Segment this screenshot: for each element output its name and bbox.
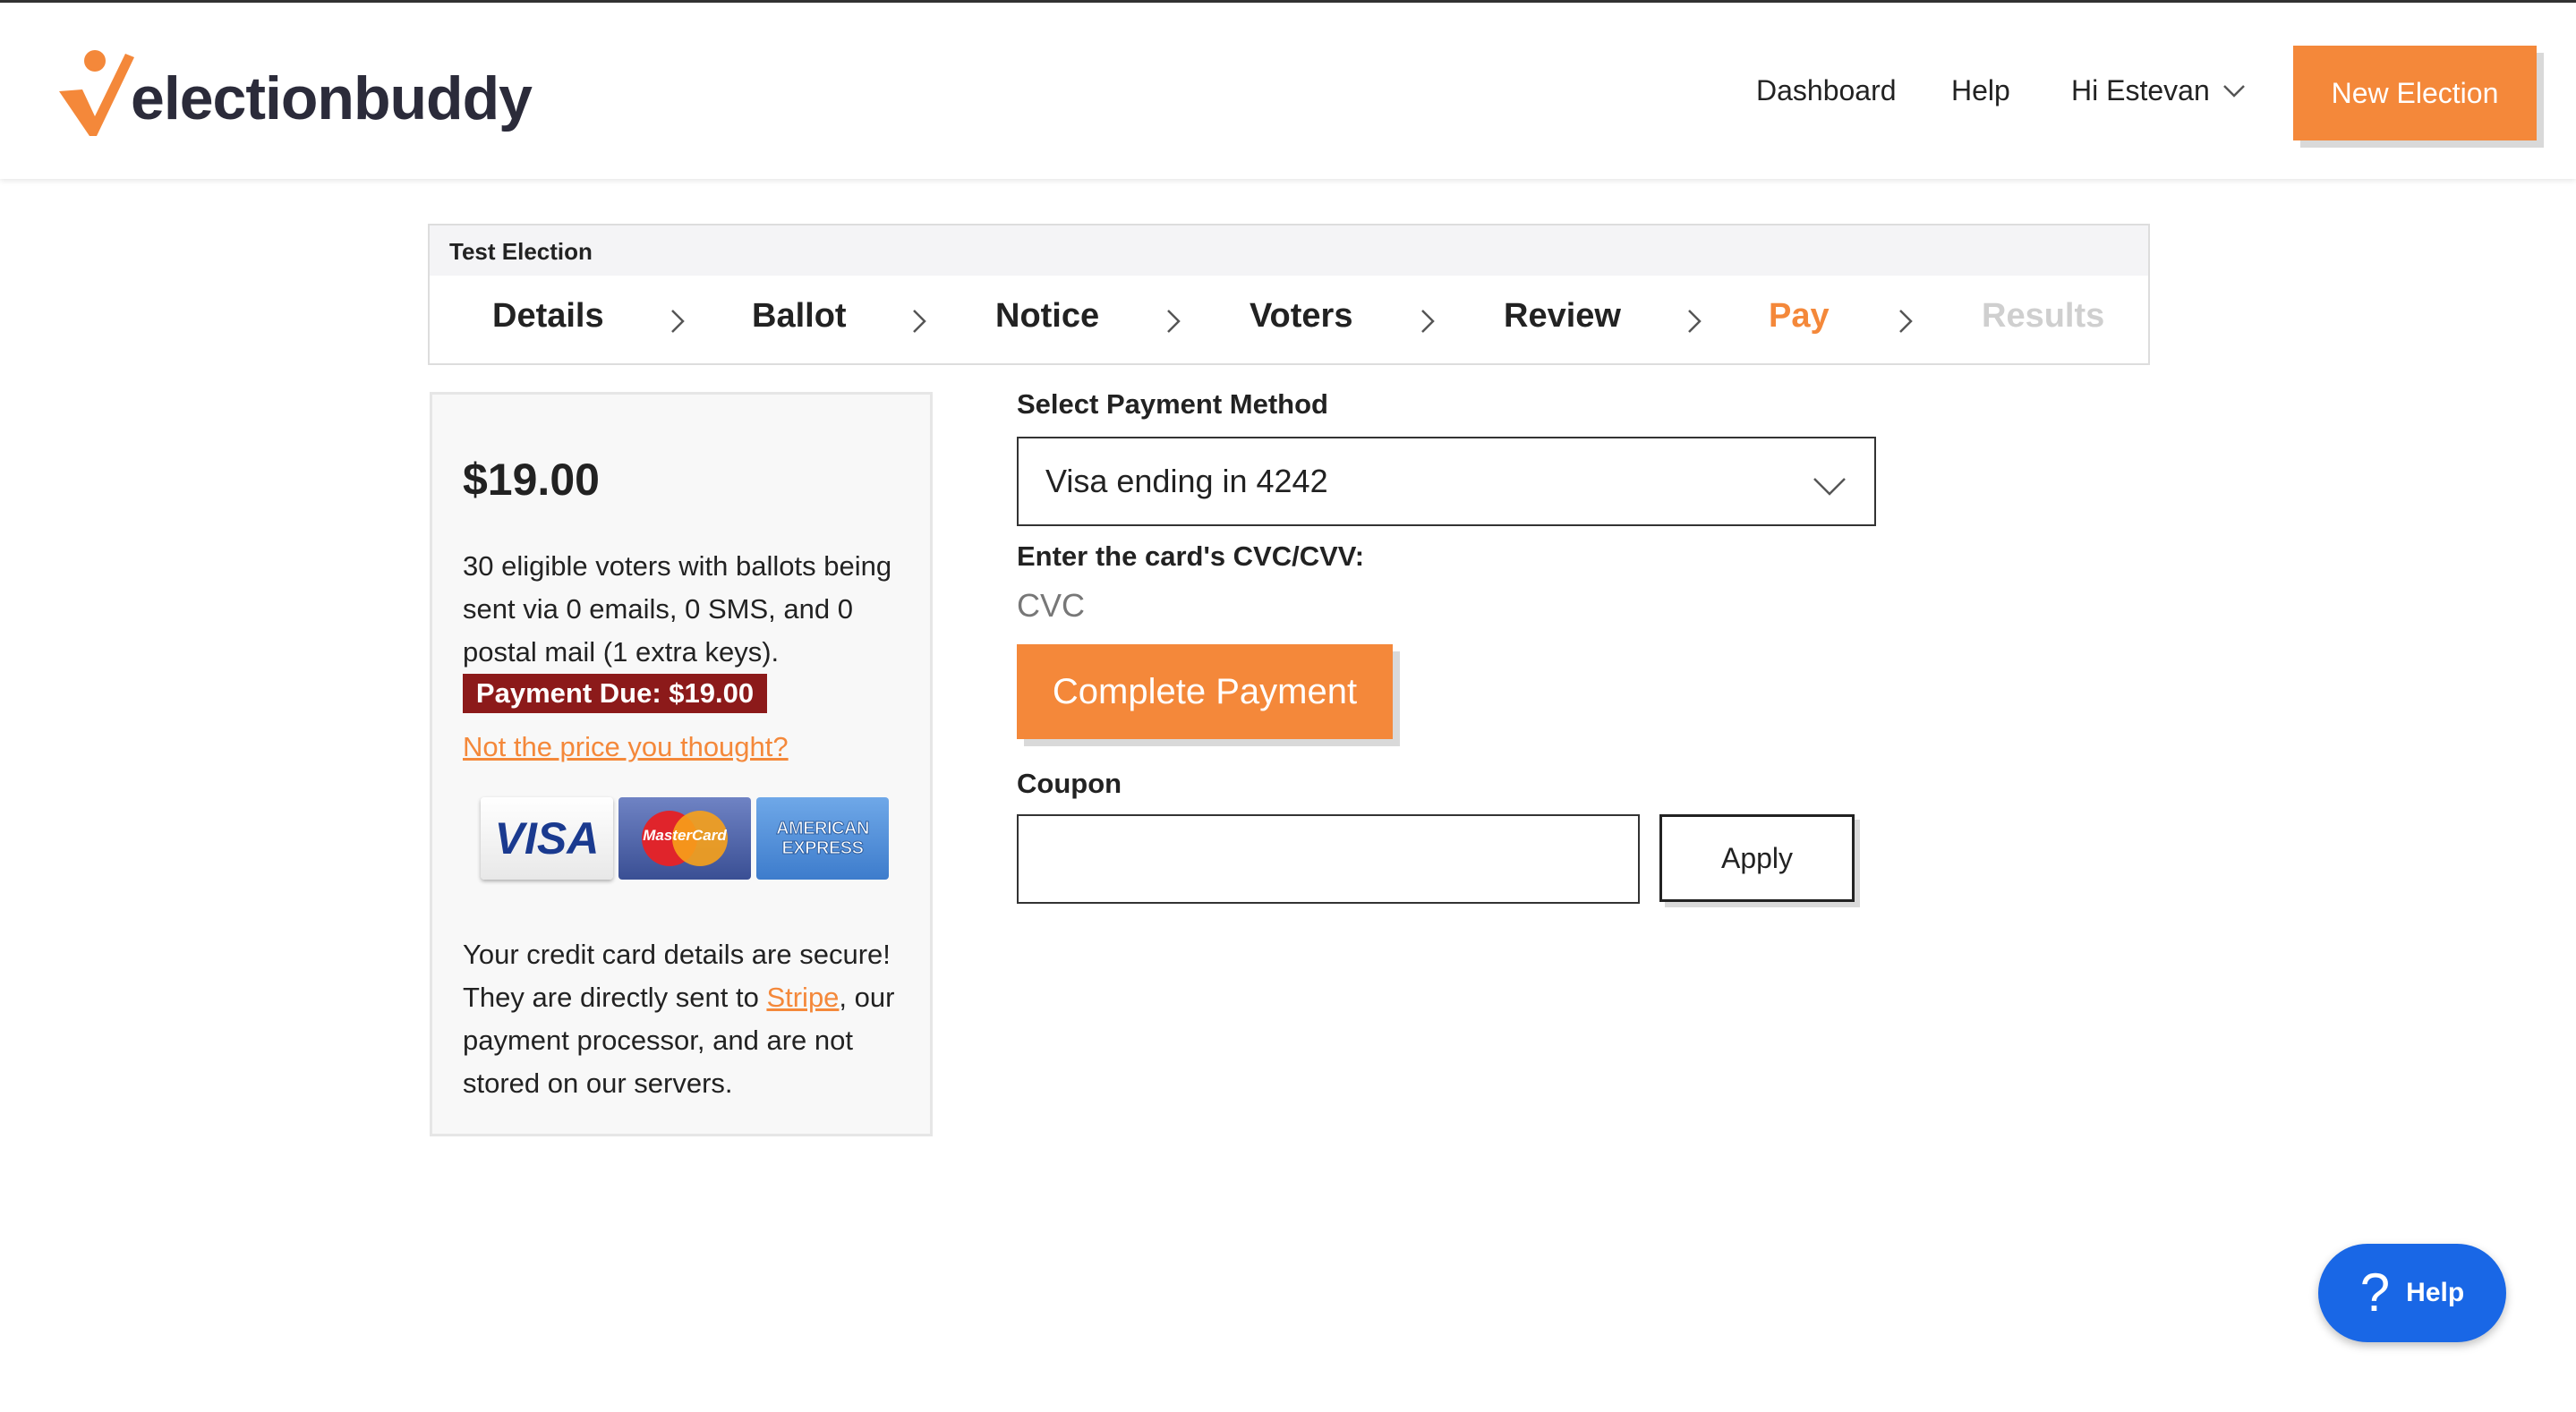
step-voters[interactable]: Voters — [1250, 297, 1352, 336]
mastercard-logo-text: MasterCard — [643, 827, 727, 844]
payment-method-value: Visa ending in 4242 — [1045, 463, 1328, 499]
help-widget-label: Help — [2406, 1278, 2465, 1307]
user-menu-label: Hi Estevan — [2071, 74, 2210, 106]
checkmark-person-icon — [59, 50, 134, 136]
step-ballot[interactable]: Ballot — [752, 297, 847, 336]
security-note: Your credit card details are secure! The… — [463, 933, 928, 1105]
price-help-link[interactable]: Not the price you thought? — [463, 731, 789, 763]
payment-method-label: Select Payment Method — [1017, 388, 1328, 420]
amex-logo-text-2: EXPRESS — [781, 838, 864, 859]
logo-text: electionbuddy — [131, 64, 533, 132]
complete-payment-button[interactable]: Complete Payment — [1017, 644, 1393, 739]
step-notice[interactable]: Notice — [995, 297, 1099, 336]
chevron-right-icon — [1688, 310, 1702, 333]
chevron-down-icon — [2222, 84, 2245, 98]
visa-logo-text: VISA — [494, 813, 600, 863]
step-pay[interactable]: Pay — [1769, 297, 1830, 336]
logo[interactable]: electionbuddy — [55, 44, 533, 142]
payment-due-badge: Payment Due: $19.00 — [463, 674, 767, 713]
nav-help-link[interactable]: Help — [1951, 74, 2010, 107]
site-header: electionbuddy Dashboard Help Hi Estevan … — [0, 3, 2576, 179]
chevron-right-icon — [1421, 310, 1435, 333]
payment-method-select[interactable]: Visa ending in 4242 — [1017, 437, 1876, 526]
user-menu[interactable]: Hi Estevan — [2071, 74, 2246, 107]
election-steps: Test Election Details Ballot Notice Vote… — [428, 224, 2150, 365]
amex-logo: AMERICAN EXPRESS — [756, 797, 889, 880]
step-details[interactable]: Details — [492, 297, 604, 336]
coupon-label: Coupon — [1017, 768, 1122, 799]
step-review[interactable]: Review — [1504, 297, 1621, 336]
apply-coupon-button[interactable]: Apply — [1659, 814, 1855, 902]
question-mark-icon: ? — [2359, 1263, 2391, 1323]
help-widget-button[interactable]: ? Help — [2318, 1244, 2506, 1342]
cvc-input[interactable]: CVC — [1017, 587, 1085, 625]
step-results: Results — [1982, 297, 2105, 335]
chevron-right-icon — [1167, 310, 1181, 333]
coupon-input[interactable] — [1017, 814, 1640, 904]
stripe-link[interactable]: Stripe — [766, 982, 839, 1013]
chevron-right-icon — [1899, 310, 1913, 333]
chevron-right-icon — [671, 310, 685, 333]
visa-logo: VISA — [481, 797, 613, 880]
voter-description: 30 eligible voters with ballots being se… — [463, 550, 892, 668]
nav-dashboard-link[interactable]: Dashboard — [1756, 74, 1897, 107]
total-price: $19.00 — [463, 455, 600, 505]
amex-logo-text-1: AMERICAN — [776, 819, 870, 839]
order-summary: $19.00 30 eligible voters with ballots b… — [430, 392, 933, 1136]
cvc-label: Enter the card's CVC/CVV: — [1017, 540, 1365, 572]
mastercard-logo: MasterCard — [618, 797, 751, 880]
accepted-cards: VISA MasterCard AMERICAN EXPRESS — [481, 797, 889, 880]
new-election-button[interactable]: New Election — [2293, 46, 2537, 140]
chevron-down-icon — [1813, 478, 1846, 496]
chevron-right-icon — [913, 310, 926, 333]
election-title: Test Election — [430, 225, 2148, 276]
